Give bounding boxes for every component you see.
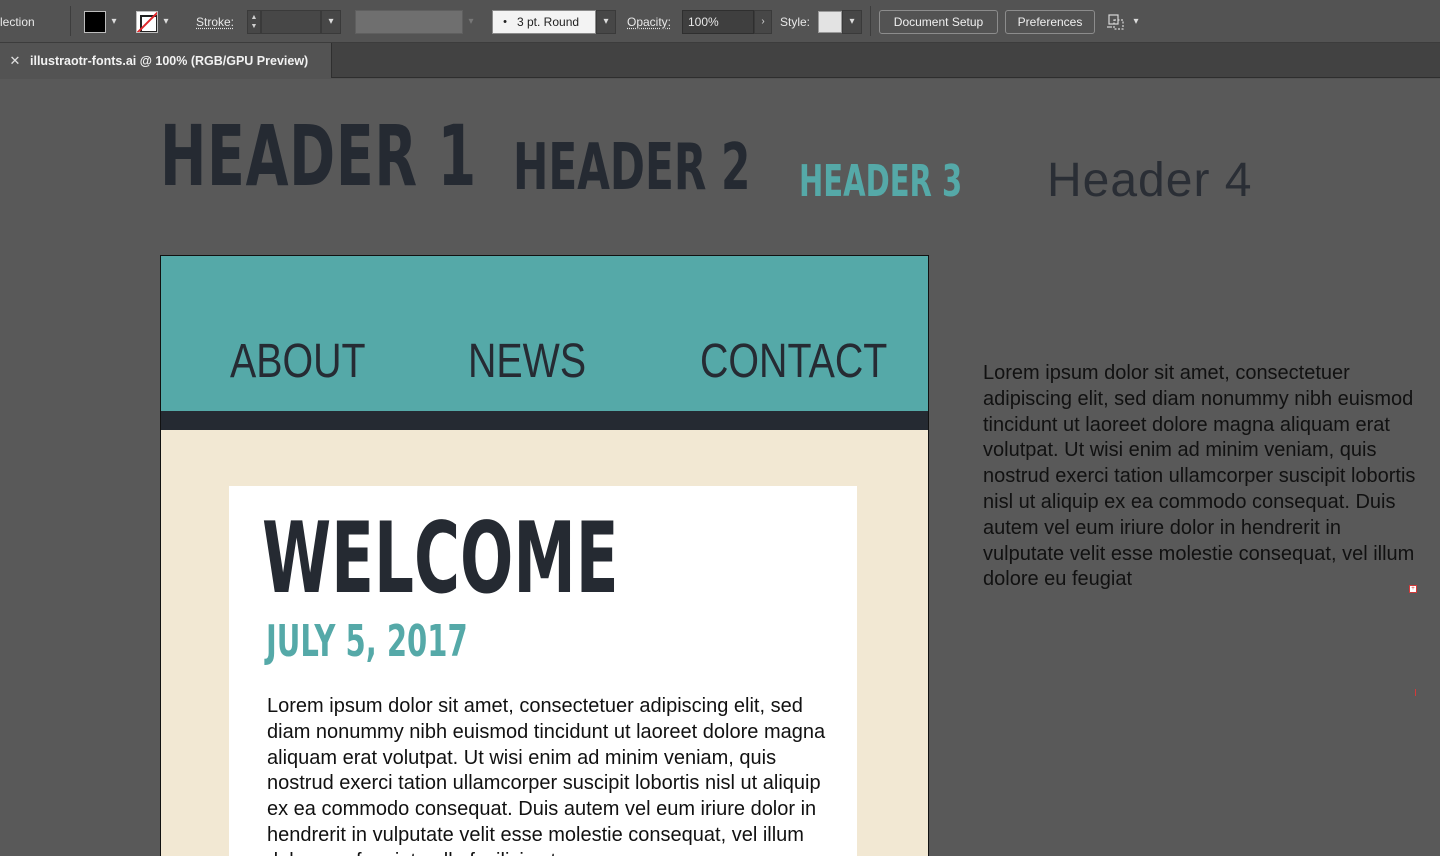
nav-bar-shape[interactable]: ABOUT NEWS CONTACT — [161, 256, 928, 411]
text-overflow-icon[interactable]: + — [1409, 585, 1417, 593]
divider — [70, 6, 71, 36]
header-2-text[interactable]: HEADER 2 — [513, 131, 750, 205]
document-tab-title[interactable]: illustraotr-fonts.ai @ 100% (RGB/GPU Pre… — [30, 54, 308, 68]
opacity-label[interactable]: Opacity: — [627, 15, 671, 29]
stroke-label[interactable]: Stroke: — [196, 15, 234, 29]
close-icon[interactable]: ✕ — [0, 53, 30, 69]
chevron-down-icon[interactable]: ▾ — [596, 9, 616, 34]
body-text-frame[interactable]: Lorem ipsum dolor sit amet, consectetuer… — [267, 694, 827, 856]
date-text[interactable]: JULY 5, 2017 — [266, 616, 468, 667]
opacity-input[interactable]: 100% — [682, 9, 754, 34]
stroke-weight-control[interactable]: ▲ ▼ ▾ — [247, 0, 341, 43]
brush-definition[interactable]: • 3 pt. Round — [492, 9, 596, 34]
document-setup-wrap: Document Setup — [879, 0, 998, 43]
artboard[interactable]: ABOUT NEWS CONTACT WELCOME JULY 5, 2017 … — [160, 255, 929, 856]
stroke-weight-spinner[interactable]: ▲ ▼ — [247, 9, 261, 34]
style-control[interactable]: ▾ — [818, 0, 862, 43]
style-label-wrap: Style: — [780, 0, 810, 43]
welcome-heading[interactable]: WELCOME — [262, 502, 619, 616]
arrange-control[interactable]: ▾ — [1106, 0, 1144, 43]
brush-dot-icon: • — [503, 15, 507, 28]
document-tab-bar: ✕ illustraotr-fonts.ai @ 100% (RGB/GPU P… — [0, 43, 1440, 78]
brush-label: 3 pt. Round — [517, 14, 580, 29]
arrange-icon[interactable] — [1106, 12, 1128, 32]
opacity-control[interactable]: 100% › — [682, 0, 772, 43]
nav-news-text[interactable]: NEWS — [468, 334, 586, 389]
brush-control[interactable]: • 3 pt. Round ▾ — [492, 0, 616, 43]
opacity-label-wrap: Opacity: — [627, 0, 671, 43]
chevron-down-icon[interactable]: ▾ — [1128, 10, 1144, 34]
stroke-swatch[interactable] — [136, 10, 158, 33]
chevron-down-icon[interactable]: ▾ — [463, 10, 479, 34]
chevron-down-icon[interactable]: ▾ — [321, 9, 341, 34]
divider — [870, 6, 871, 36]
fill-control[interactable]: ▾ — [84, 0, 122, 43]
content-card-shape[interactable]: WELCOME JULY 5, 2017 Lorem ipsum dolor s… — [229, 486, 857, 856]
selection-label: lection — [0, 14, 35, 29]
chevron-down-icon[interactable]: ▾ — [158, 10, 174, 34]
canvas[interactable]: HEADER 1 HEADER 2 HEADER 3 Header 4 ABOU… — [0, 79, 1440, 856]
style-label: Style: — [780, 14, 811, 29]
document-tab[interactable]: ✕ illustraotr-fonts.ai @ 100% (RGB/GPU P… — [0, 43, 332, 78]
graphic-style-swatch[interactable] — [818, 10, 842, 33]
dark-divider-shape[interactable] — [161, 411, 928, 430]
stroke-weight-field[interactable] — [261, 9, 321, 34]
control-bar: lection ▾ ▾ Stroke: ▲ ▼ ▾ ▾ • 3 pt. Roun… — [0, 0, 1440, 43]
nav-about-text[interactable]: ABOUT — [230, 334, 366, 389]
chevron-down-icon[interactable]: ▾ — [842, 9, 862, 34]
variable-width-profile[interactable] — [355, 9, 463, 34]
header-4-text[interactable]: Header 4 — [1047, 153, 1252, 208]
fill-swatch[interactable] — [84, 10, 106, 33]
stroke-label-wrap: Stroke: — [196, 0, 234, 43]
spin-down-icon[interactable]: ▼ — [251, 22, 258, 31]
arrow-right-icon[interactable]: › — [754, 9, 772, 34]
nav-contact-text[interactable]: CONTACT — [700, 334, 887, 389]
header-3-text[interactable]: HEADER 3 — [799, 156, 962, 207]
preferences-button[interactable]: Preferences — [1005, 9, 1095, 34]
stroke-color-control[interactable]: ▾ — [136, 0, 174, 43]
variable-width-control[interactable]: ▾ — [355, 0, 479, 43]
preferences-wrap: Preferences — [1005, 0, 1095, 43]
tool-mode-label: lection — [0, 0, 35, 43]
side-text-frame[interactable]: Lorem ipsum dolor sit amet, consectetuer… — [983, 361, 1423, 593]
spin-up-icon[interactable]: ▲ — [251, 13, 258, 22]
anchor-tick — [1415, 689, 1416, 696]
chevron-down-icon[interactable]: ▾ — [106, 10, 122, 34]
header-1-text[interactable]: HEADER 1 — [160, 107, 477, 205]
document-setup-button[interactable]: Document Setup — [879, 9, 998, 34]
